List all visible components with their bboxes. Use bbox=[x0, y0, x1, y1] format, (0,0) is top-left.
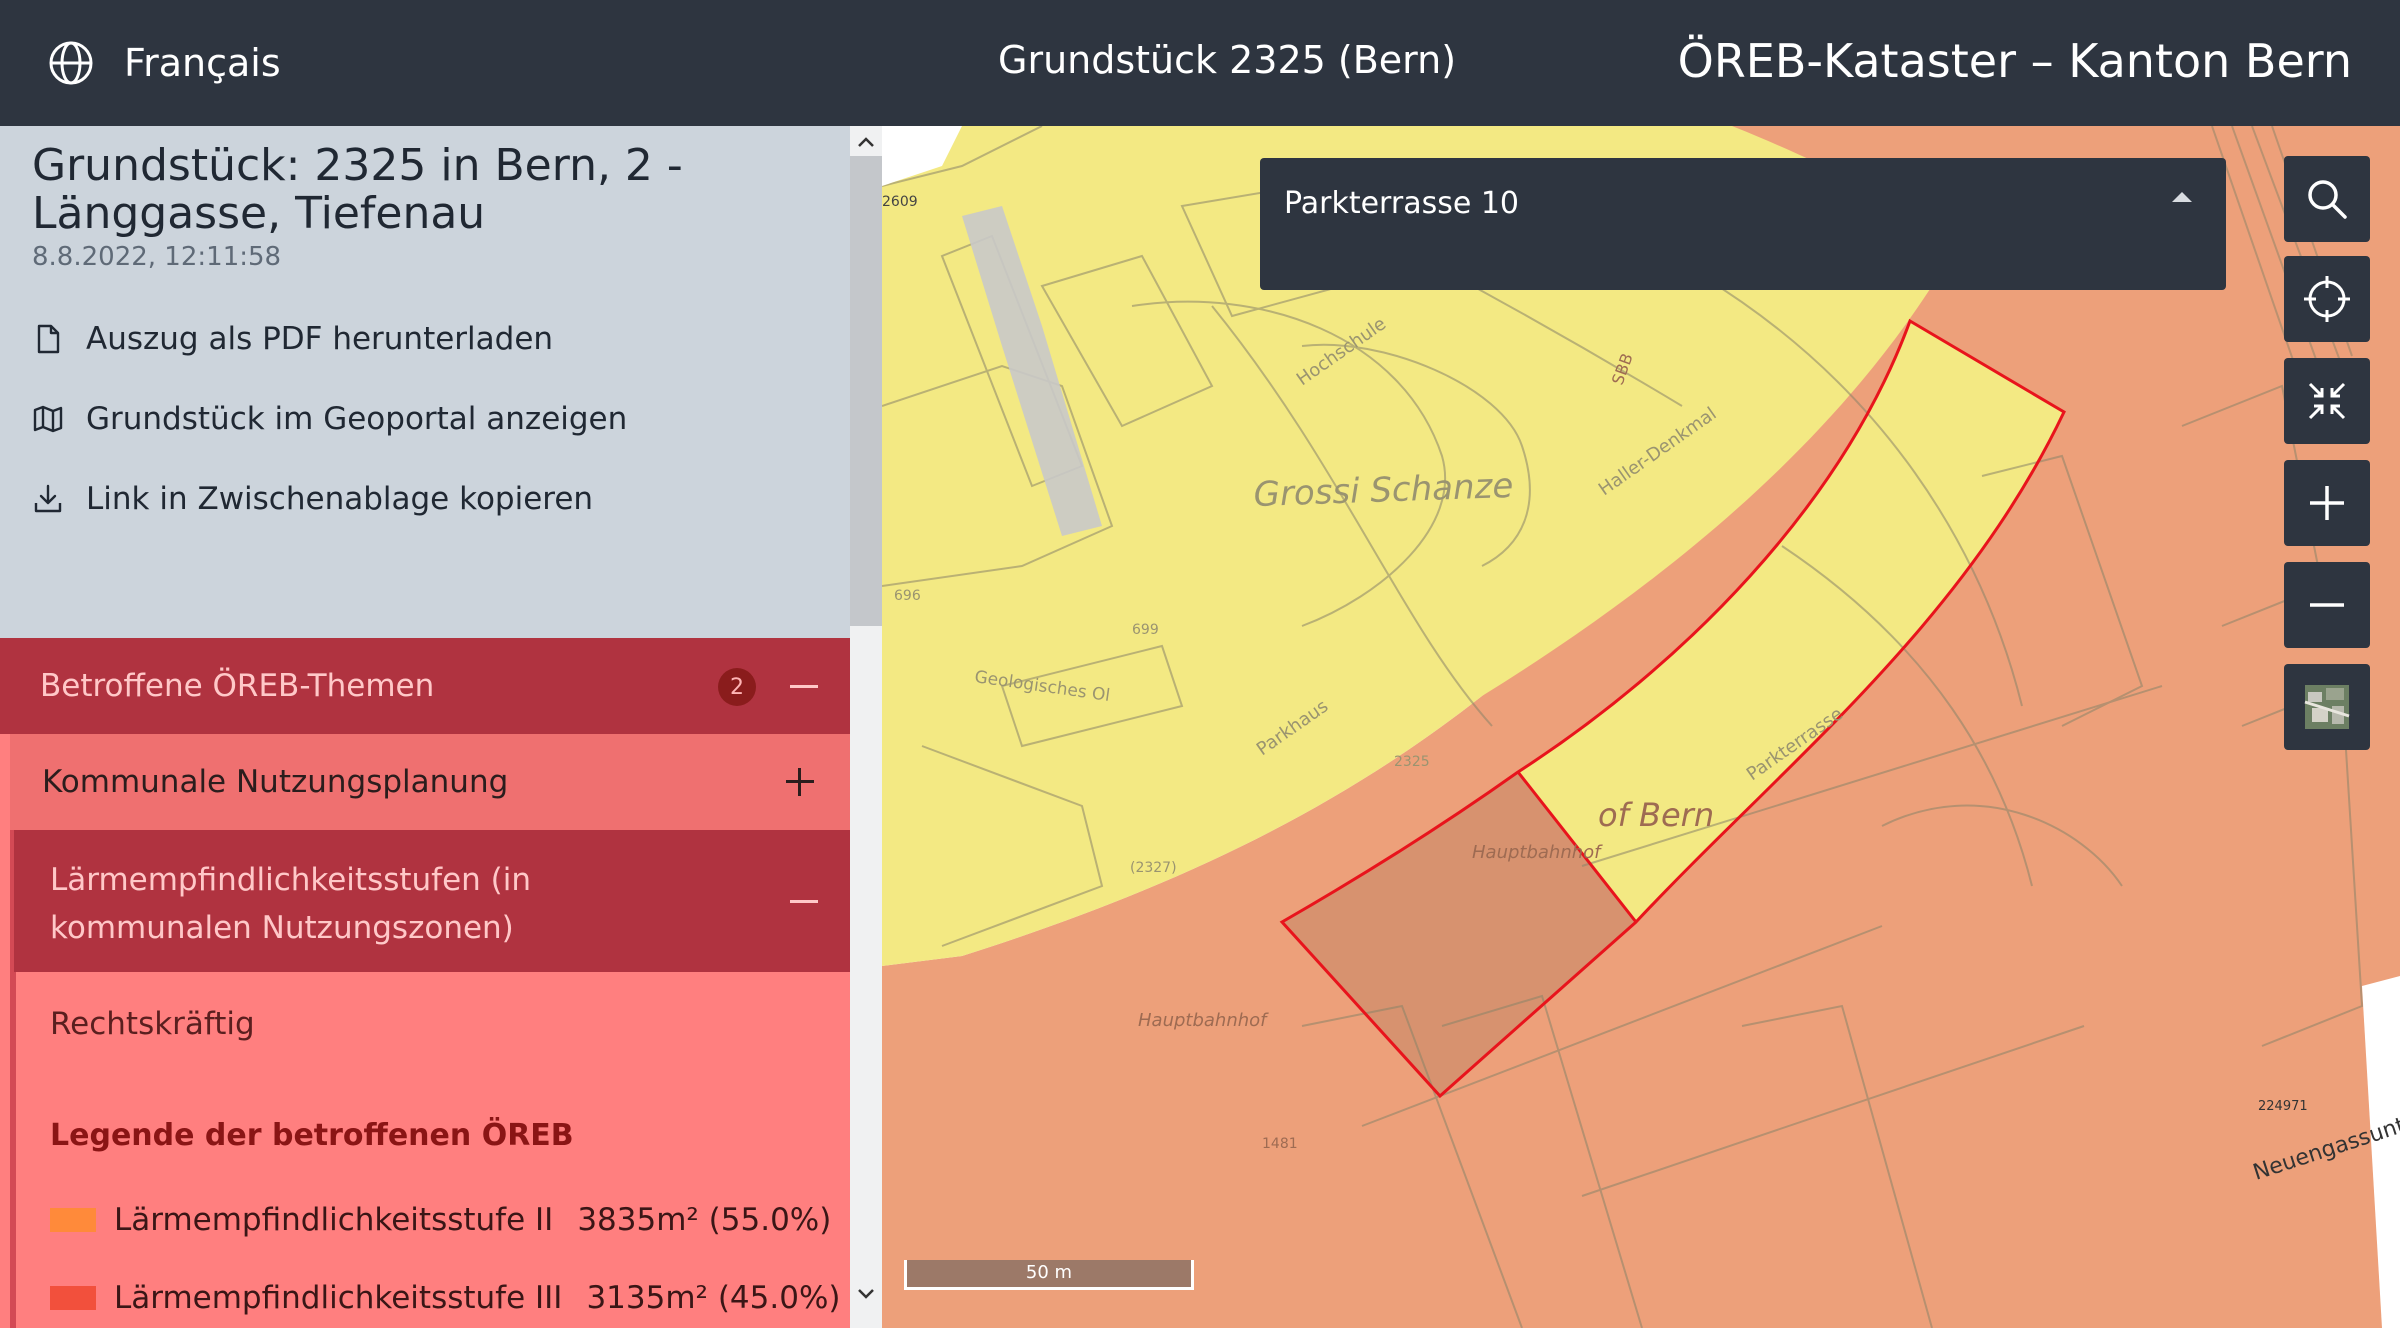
scale-label: 50 m bbox=[1025, 1262, 1073, 1283]
collapse-icon bbox=[790, 900, 818, 903]
legend-item: Lärmempfindlichkeitsstufe II 3835m² (55.… bbox=[50, 1200, 831, 1240]
legend-item: Lärmempfindlichkeitsstufe III 3135m² (45… bbox=[50, 1278, 841, 1318]
search-field[interactable]: Parkterrasse 10 bbox=[1260, 158, 2226, 290]
sidebar: Grundstück: 2325 in Bern, 2 - Länggasse,… bbox=[0, 126, 882, 1328]
legend-item-value: 3835m² (55.0%) bbox=[577, 1202, 832, 1238]
scale-bar: 50 m bbox=[904, 1254, 1194, 1292]
parcel-timestamp: 8.8.2022, 12:11:58 bbox=[32, 242, 282, 272]
globe-icon bbox=[49, 41, 93, 85]
legend-title: Legende der betroffenen ÖREB bbox=[50, 1118, 574, 1153]
map-canvas[interactable]: Grossi Schanze Hochschule Haller-Denkmal… bbox=[882, 126, 2400, 1328]
copy-link-action[interactable]: Link in Zwischenablage kopieren bbox=[32, 479, 593, 519]
action-label: Auszug als PDF herunterladen bbox=[86, 321, 554, 357]
download-icon bbox=[34, 484, 62, 513]
search-button[interactable] bbox=[2284, 156, 2370, 242]
label-2327: (2327) bbox=[1130, 860, 1177, 876]
plus-icon bbox=[2310, 486, 2344, 520]
label-696: 696 bbox=[894, 588, 921, 604]
app-title: ÖREB-Kataster – Kanton Bern bbox=[1677, 34, 2352, 88]
zoom-out-button[interactable] bbox=[2284, 562, 2370, 648]
label-1481: 1481 bbox=[1262, 1136, 1298, 1152]
caret-up-icon[interactable] bbox=[2172, 192, 2192, 202]
top-bar: Français Grundstück 2325 (Bern) ÖREB-Kat… bbox=[0, 0, 2400, 126]
sidebar-scrollbar-thumb[interactable] bbox=[850, 156, 882, 626]
search-icon bbox=[2308, 180, 2347, 219]
legend-swatch bbox=[50, 1208, 96, 1232]
collapse-icon bbox=[790, 685, 818, 688]
parcel-heading: Grundstück: 2325 in Bern, 2 - Länggasse,… bbox=[32, 140, 683, 239]
action-label: Grundstück im Geoportal anzeigen bbox=[86, 401, 628, 437]
basemap-switch-button[interactable] bbox=[2284, 664, 2370, 750]
download-pdf-action[interactable]: Auszug als PDF herunterladen bbox=[32, 319, 553, 359]
themes-panel: Betroffene ÖREB-Themen 2 Kommunale Nutzu… bbox=[0, 638, 882, 1328]
legal-status: Rechtskräftig bbox=[50, 1006, 255, 1042]
label-of-bern: of Bern bbox=[1598, 796, 1714, 834]
crosshair-icon bbox=[2304, 276, 2350, 322]
search-value: Parkterrasse 10 bbox=[1284, 186, 1520, 221]
zoom-in-button[interactable] bbox=[2284, 460, 2370, 546]
label-699: 699 bbox=[1132, 622, 1159, 638]
file-icon bbox=[37, 324, 60, 354]
locate-button[interactable] bbox=[2284, 256, 2370, 342]
zoom-to-extent-button[interactable] bbox=[2284, 358, 2370, 444]
subgroup-laermempfindlichkeitsstufen[interactable]: Lärmempfindlichkeitsstufen (in kommunale… bbox=[14, 830, 850, 972]
language-switcher[interactable]: Français bbox=[46, 38, 281, 88]
legend-item-value: 3135m² (45.0%) bbox=[586, 1280, 841, 1316]
language-label: Français bbox=[124, 41, 281, 85]
themes-accordion-header[interactable]: Betroffene ÖREB-Themen 2 bbox=[0, 638, 850, 734]
label-hauptbahnhof-1: Hauptbahnhof bbox=[1472, 842, 1603, 863]
compress-icon bbox=[2308, 382, 2346, 420]
geoportal-action[interactable]: Grundstück im Geoportal anzeigen bbox=[32, 399, 627, 439]
legend-item-name: Lärmempfindlichkeitsstufe II bbox=[114, 1202, 554, 1238]
group-label: Kommunale Nutzungsplanung bbox=[42, 764, 509, 800]
minus-icon bbox=[2310, 603, 2344, 607]
subgroup-label: Lärmempfindlichkeitsstufen (in kommunale… bbox=[50, 862, 532, 946]
action-label: Link in Zwischenablage kopieren bbox=[86, 481, 594, 517]
label-2609: 2609 bbox=[882, 194, 918, 210]
scroll-up-arrow-icon[interactable] bbox=[852, 130, 880, 154]
parcel-title: Grundstück 2325 (Bern) bbox=[998, 38, 1457, 82]
label-2325: 2325 bbox=[1394, 754, 1430, 770]
themes-title: Betroffene ÖREB-Themen bbox=[40, 668, 435, 704]
label-224971: 224971 bbox=[2258, 1099, 2308, 1114]
map-view[interactable]: Grossi Schanze Hochschule Haller-Denkmal… bbox=[882, 126, 2400, 1328]
label-hauptbahnhof-2: Hauptbahnhof bbox=[1138, 1010, 1269, 1031]
group-kommunale-nutzungsplanung[interactable]: Kommunale Nutzungsplanung bbox=[10, 734, 850, 830]
parcel-info-panel: Grundstück: 2325 in Bern, 2 - Länggasse,… bbox=[0, 126, 850, 638]
legend-swatch bbox=[50, 1286, 96, 1310]
legend-item-name: Lärmempfindlichkeitsstufe III bbox=[114, 1280, 563, 1316]
scroll-down-arrow-icon[interactable] bbox=[852, 1282, 880, 1306]
map-icon bbox=[33, 405, 63, 433]
themes-count-badge: 2 bbox=[718, 668, 756, 706]
aerial-layer-icon bbox=[2304, 685, 2350, 729]
